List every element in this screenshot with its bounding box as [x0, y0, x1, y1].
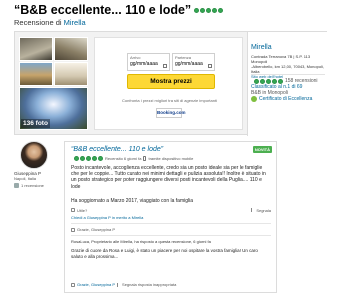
review-section: Giuseppina P Napoli, Italia 1 recensione…: [14, 141, 327, 293]
hotel-photo[interactable]: [19, 62, 53, 86]
rating-bubble-icon: [74, 156, 79, 161]
hotel-name[interactable]: Mirella: [251, 44, 272, 51]
calendar-icon: [208, 64, 212, 68]
review-title: “B&B eccellente... 110 e lode”: [14, 3, 224, 17]
stay-info: Ha soggiornato a Marzo 2017, viaggiato c…: [71, 198, 194, 204]
checkout-value: gg/mm/aaaa: [175, 61, 203, 67]
hotel-address: Contrada Terranova 7B | S.P. 113 Monopol…: [251, 54, 325, 79]
address-line: -Alberobello, km 12,00, 70043, Monopoli,…: [251, 64, 324, 74]
divider: [71, 223, 271, 224]
report-label: Segnala: [256, 207, 271, 213]
rating-bubble-icon: [266, 78, 271, 84]
hotel-link[interactable]: Mirella: [64, 18, 86, 27]
helpful-label: Utile?: [77, 207, 88, 213]
thanks-reviewer[interactable]: Grazie, Giuseppina P: [71, 227, 115, 232]
booking-widget: Arrivo gg/mm/aaaa Partenza gg/mm/aaaa Mo…: [94, 37, 243, 130]
rating-bubble-icon: [80, 156, 85, 161]
checkin-value: gg/mm/aaaa: [130, 61, 158, 67]
checkin-label: Arrivo: [130, 55, 141, 60]
new-badge: NOVITÀ: [252, 146, 272, 153]
review-card: NOVITÀ “B&B eccellente... 110 e lode” Re…: [64, 141, 277, 293]
flag-icon: [117, 282, 120, 287]
reviewer-contributions: 1 recensione: [14, 183, 64, 188]
thumbs-up-icon: [71, 208, 75, 212]
rating-bubbles: [194, 7, 224, 13]
review-body: Posto incantevole, accoglienza eccellent…: [71, 165, 266, 190]
contributions-text: 1 recensione: [21, 183, 44, 188]
rating-bubble-icon: [92, 156, 97, 161]
rating-bubble-icon: [272, 78, 277, 84]
rating-bubble-icon: [206, 7, 212, 13]
title-text: “B&B eccellente... 110 e lode”: [14, 3, 192, 17]
flag-icon: [251, 208, 254, 212]
certificate-icon: [251, 96, 257, 102]
ask-reviewer-link[interactable]: Chiedi a Giuseppina P in merito a Mirell…: [71, 215, 143, 220]
helpful-button[interactable]: Utile?: [71, 208, 87, 213]
mobile-phone-icon: [143, 156, 147, 161]
rating-bubble-icon: [194, 7, 200, 13]
review-meta: Recensito 6 giorni fa tramite dispositiv…: [71, 156, 193, 161]
address-line: Contrada Terranova 7B | S.P. 113 Monopol…: [251, 54, 311, 64]
hotel-photo[interactable]: [19, 37, 53, 61]
photo-count[interactable]: 136 foto: [21, 119, 50, 128]
owner-response-body: Grazie di cuore da Rosa e Luigi, è stato…: [71, 248, 258, 259]
divider: [251, 74, 325, 75]
thanks-label: Grazie, Giuseppina P: [77, 227, 116, 232]
owner-thanks-link[interactable]: Grazie, Giuseppina P: [77, 282, 115, 287]
rating-bubble-icon: [254, 78, 259, 84]
checkout-label: Partenza: [175, 55, 192, 60]
rating-bubbles: [74, 156, 103, 161]
checkout-field[interactable]: Partenza gg/mm/aaaa: [172, 53, 215, 71]
certificate-of-excellence: Certificato di Eccellenza: [251, 96, 312, 102]
rating-bubble-icon: [260, 78, 265, 84]
date-picker: Arrivo gg/mm/aaaa Partenza gg/mm/aaaa: [127, 53, 215, 71]
photo-gallery[interactable]: 136 foto: [19, 37, 88, 130]
review-subtitle: Recensione di Mirella: [14, 18, 86, 27]
owner-response-actions: Grazie, Giuseppina P Segnala risposta in…: [71, 282, 176, 287]
calendar-icon: [163, 64, 167, 68]
review-device: tramite dispositivo mobile: [148, 156, 194, 161]
booking-partner-logo[interactable]: Booking.com: [156, 108, 186, 118]
report-link[interactable]: Segnala: [251, 208, 271, 213]
hotel-info: Mirella Contrada Terranova 7B | S.P. 113…: [247, 32, 327, 136]
show-prices-button[interactable]: Mostra prezzi: [127, 74, 215, 89]
owner-response-header: RosaLuca, Proprietario alle Mirella, ha …: [71, 239, 211, 244]
report-response-link[interactable]: Segnala risposta inappropriata: [122, 282, 176, 287]
rating-bubble-icon: [218, 7, 224, 13]
hotel-summary-panel: 136 foto Arrivo gg/mm/aaaa Partenza gg/m…: [14, 31, 327, 136]
review-date: Recensito 6 giorni fa: [105, 156, 142, 161]
hotel-photo[interactable]: [54, 37, 88, 61]
rating-bubble-icon: [98, 156, 103, 161]
avatar[interactable]: [20, 141, 48, 169]
review-actions: Utile? Segnala: [71, 206, 271, 214]
compare-note: Confronta i prezzi migliori tra siti di …: [122, 98, 217, 103]
rating-bubble-icon: [86, 156, 91, 161]
rating-bubble-icon: [200, 7, 206, 13]
thumbs-up-icon: [71, 282, 75, 287]
reviewer-location: Napoli, Italia: [14, 176, 37, 181]
checkin-field[interactable]: Arrivo gg/mm/aaaa: [127, 53, 170, 71]
rating-bubble-icon: [278, 78, 283, 84]
rating-bubble-icon: [212, 7, 218, 13]
review-card-title[interactable]: “B&B eccellente... 110 e lode”: [71, 146, 163, 153]
subtitle-prefix: Recensione di: [14, 18, 62, 27]
reviewer-profile: Giuseppina P Napoli, Italia 1 recensione: [14, 141, 64, 188]
certificate-label: Certificato di Eccellenza: [259, 96, 313, 102]
thumbs-up-icon: [71, 227, 75, 232]
rating-bubbles: [254, 78, 283, 84]
review-count-icon: [14, 183, 19, 188]
divider: [71, 235, 271, 236]
hotel-photo[interactable]: [54, 62, 88, 86]
